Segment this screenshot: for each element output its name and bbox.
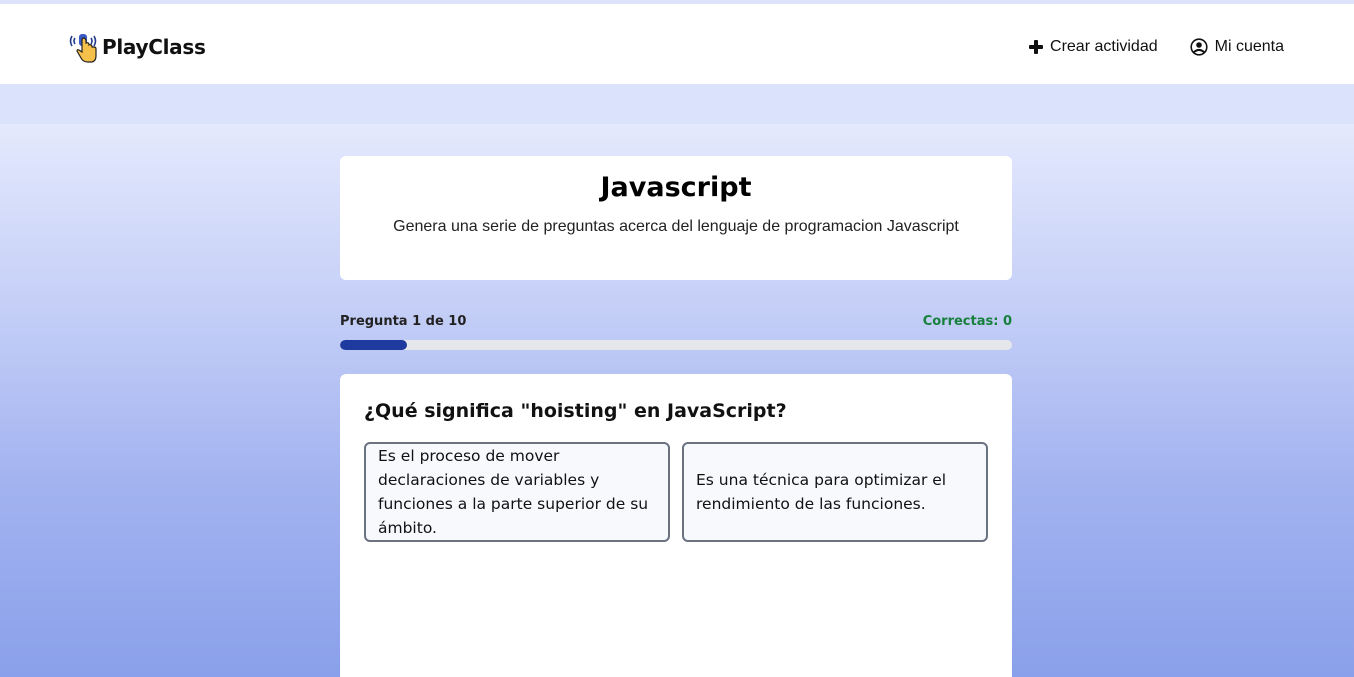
create-activity-link[interactable]: Crear actividad [1029,38,1158,56]
my-account-link[interactable]: Mi cuenta [1190,38,1284,56]
answer-option-2[interactable]: Es una técnica para optimizar el rendimi… [682,442,988,542]
activity-header-card: Javascript Genera una serie de preguntas… [340,156,1012,280]
nav-links: Crear actividad Mi cuenta [1029,38,1284,56]
user-circle-icon [1190,38,1208,56]
hand-pointer-broadcast-icon [69,34,97,63]
activity-description: Genera una serie de preguntas acerca del… [393,218,959,235]
answer-option-1[interactable]: Es el proceso de mover declaraciones de … [364,442,670,542]
activity-title: Javascript [600,172,752,203]
answer-options: Es el proceso de mover declaraciones de … [364,442,988,542]
question-text: ¿Qué significa "hoisting" en JavaScript? [364,400,787,422]
progress-info: Pregunta 1 de 10 Correctas: 0 [340,314,1012,329]
progress-bar [340,340,1012,350]
brand-name: PlayClass [102,35,206,59]
create-activity-label: Crear actividad [1050,38,1158,55]
question-counter: Pregunta 1 de 10 [340,314,467,329]
brand-logo[interactable]: PlayClass [68,30,206,64]
correct-counter: Correctas: 0 [922,314,1012,329]
question-card: ¿Qué significa "hoisting" en JavaScript?… [340,374,1012,677]
progress-bar-fill [340,340,408,350]
my-account-label: Mi cuenta [1214,38,1284,55]
header-subband [0,84,1354,124]
navbar: PlayClass Crear actividad Mi cuenta [0,4,1354,84]
plus-icon [1029,40,1044,54]
